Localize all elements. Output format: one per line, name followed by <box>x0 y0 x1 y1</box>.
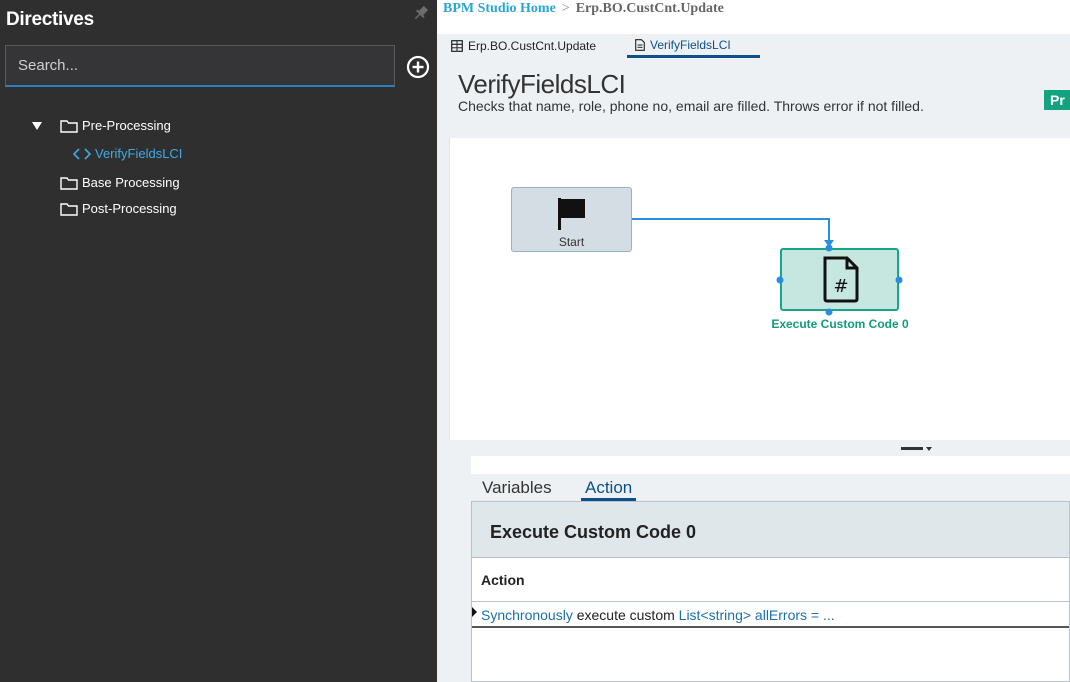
workflow-node-start[interactable]: Start <box>511 187 632 252</box>
status-badge[interactable]: Pr <box>1044 90 1070 110</box>
directive-header: VerifyFieldsLCI Checks that name, role, … <box>437 58 1070 138</box>
tab-action[interactable]: Action <box>581 478 637 501</box>
action-row[interactable]: Synchronously execute custom List<string… <box>472 602 1069 628</box>
workflow-node-execute-custom-code[interactable]: # <box>780 248 899 311</box>
canvas-gutter <box>437 138 449 440</box>
page-title: VerifyFieldsLCI <box>458 69 626 99</box>
tab-erp-bo-custcnt-update[interactable]: Erp.BO.CustCnt.Update <box>451 34 596 58</box>
tree-label: Post-Processing <box>82 201 177 216</box>
synchronously-link[interactable]: Synchronously <box>481 607 573 623</box>
folder-icon <box>60 202 78 216</box>
action-static-text: execute custom <box>572 607 679 623</box>
breadcrumb-separator: > <box>561 1 570 16</box>
page-description: Checks that name, role, phone no, email … <box>458 98 924 114</box>
add-circle-icon[interactable] <box>406 55 430 79</box>
tab-label: Erp.BO.CustCnt.Update <box>468 39 597 53</box>
expand-caret-icon[interactable] <box>32 121 42 131</box>
folder-icon <box>60 176 78 190</box>
custom-code-file-icon: # <box>823 256 859 303</box>
properties-tabbar: Variables Action <box>471 474 1070 501</box>
pin-icon[interactable] <box>412 4 430 22</box>
sidebar-title: Directives <box>6 9 94 30</box>
main-panel: BPM Studio Home > Erp.BO.CustCnt.Update Er… <box>437 0 1070 682</box>
code-icon <box>73 147 91 160</box>
tree-folder-pre-processing[interactable]: Pre-Processing <box>60 118 171 133</box>
node-label: Start <box>558 235 585 249</box>
tree-label: VerifyFieldsLCI <box>95 146 183 161</box>
tree-folder-base-processing[interactable]: Base Processing <box>60 175 180 190</box>
panel-title: Execute Custom Code 0 <box>490 522 697 542</box>
tree-label: Pre-Processing <box>82 118 171 133</box>
properties-gutter <box>437 456 471 682</box>
column-header[interactable]: Action <box>472 558 1069 602</box>
splitter-handle[interactable] <box>901 447 923 450</box>
tab-variables[interactable]: Variables <box>482 478 552 498</box>
panel-splitter[interactable] <box>437 440 1070 456</box>
svg-text:#: # <box>833 276 848 297</box>
panel-header: Execute Custom Code 0 <box>472 502 1069 558</box>
directives-sidebar: Directives Pre-Processing VerifyFieldsLC… <box>0 0 437 682</box>
row-selector-icon <box>472 607 477 617</box>
tree-label: Base Processing <box>82 175 180 190</box>
tab-label: VerifyFieldsLCI <box>650 37 731 52</box>
tab-verifyfieldslci[interactable]: VerifyFieldsLCI <box>627 34 760 58</box>
action-sentence: Synchronously execute custom List<string… <box>481 607 835 623</box>
tree-folder-post-processing[interactable]: Post-Processing <box>60 201 177 216</box>
breadcrumb-current: Erp.BO.CustCnt.Update <box>575 1 724 16</box>
table-icon <box>451 40 463 52</box>
node-label: Execute Custom Code 0 <box>771 317 909 331</box>
workflow-canvas[interactable]: Start # Execute Custom Code 0 <box>449 138 1070 440</box>
breadcrumb: BPM Studio Home > Erp.BO.CustCnt.Update <box>443 1 724 17</box>
connector-layer <box>630 218 834 247</box>
document-icon <box>635 38 645 51</box>
custom-code-link[interactable]: List<string> allErrors = ... <box>679 607 835 623</box>
search-input[interactable] <box>5 45 395 87</box>
column-header-label: Action <box>481 572 525 588</box>
flow-connector <box>630 218 830 242</box>
caret-down-icon[interactable] <box>926 446 932 452</box>
connector-arrow-icon <box>824 240 834 247</box>
tree-item-verifyfieldslci[interactable]: VerifyFieldsLCI <box>73 146 182 161</box>
flag-icon <box>558 198 585 230</box>
document-tabbar: Erp.BO.CustCnt.Update VerifyFieldsLCI <box>437 34 1070 58</box>
breadcrumb-home-link[interactable]: BPM Studio Home <box>443 1 556 16</box>
action-panel: Execute Custom Code 0 Action Synchronous… <box>471 501 1070 682</box>
folder-icon <box>60 119 78 133</box>
